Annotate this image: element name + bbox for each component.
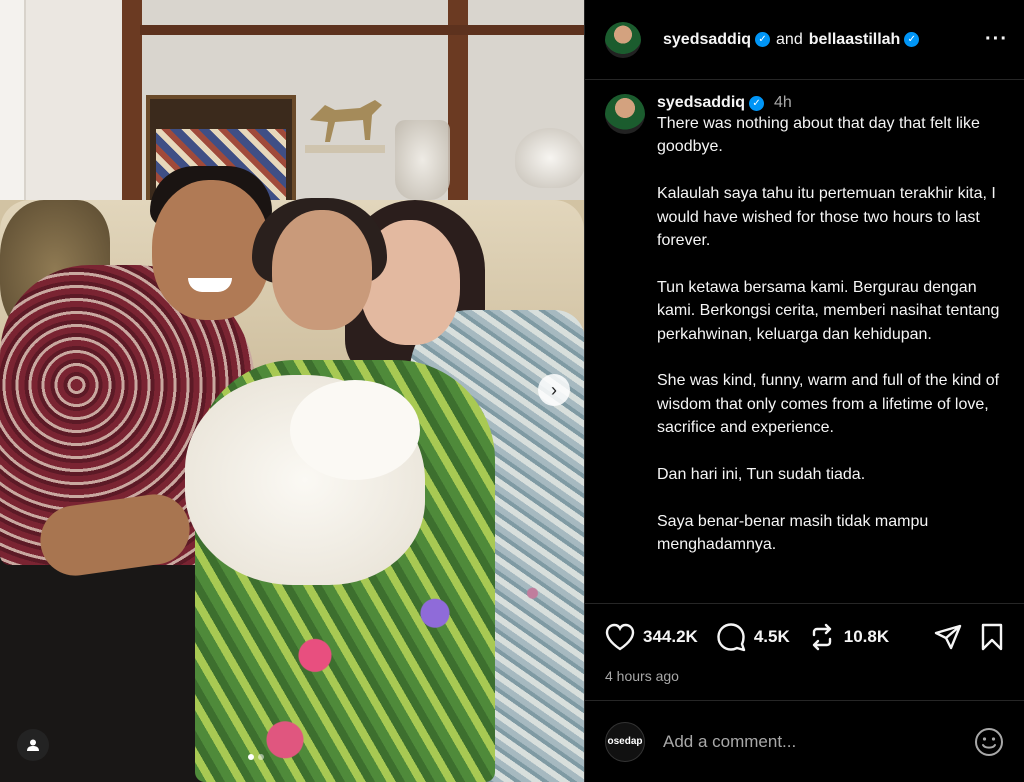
repost-count: 10.8K xyxy=(843,627,890,646)
carousel-indicator xyxy=(248,754,264,760)
caption-paragraph: Kalaulah saya tahu itu pertemuan terakhi… xyxy=(657,185,996,250)
caption-paragraph: She was kind, funny, warm and full of th… xyxy=(657,372,1000,437)
current-user-avatar: osedap xyxy=(605,721,645,762)
post-sidebar: syedsaddiq ✓ and bellaastillah ✓ ··· sye… xyxy=(584,0,1024,782)
caption-paragraph: Dan hari ini, Tun sudah tiada. xyxy=(657,466,866,484)
photo-bowl xyxy=(515,128,584,188)
user-icon xyxy=(27,739,39,751)
actions-row: 344.2K 4.5K 10.8K xyxy=(605,622,1004,652)
photo-shelf-board xyxy=(140,25,584,35)
photo-teddy-head xyxy=(290,380,420,480)
comment-button[interactable]: 4.5K xyxy=(716,622,790,652)
caption-paragraph: Tun ketawa bersama kami. Bergurau dengan… xyxy=(657,278,1000,343)
post-header: syedsaddiq ✓ and bellaastillah ✓ ··· xyxy=(585,0,1024,80)
caption-username-link[interactable]: syedsaddiq xyxy=(657,94,745,112)
bookmark-icon[interactable] xyxy=(980,623,1004,651)
author-username-link[interactable]: syedsaddiq xyxy=(663,31,751,49)
like-count: 344.2K xyxy=(643,627,698,646)
photo-elderly-face xyxy=(272,210,372,330)
verified-badge-icon: ✓ xyxy=(904,32,920,47)
post-authors: syedsaddiq ✓ and bellaastillah ✓ xyxy=(663,30,920,49)
photo-door xyxy=(0,0,26,220)
caption-author-avatar[interactable] xyxy=(605,94,645,134)
emoji-icon[interactable] xyxy=(974,727,1004,757)
carousel-dot xyxy=(248,754,254,760)
tagged-users-button[interactable] xyxy=(17,729,49,761)
carousel-next-button[interactable]: › xyxy=(538,374,570,406)
share-icon[interactable] xyxy=(934,623,962,651)
caption-section: syedsaddiq ✓ 4h There was nothing about … xyxy=(585,80,1024,603)
carousel-dot xyxy=(258,754,264,760)
verified-badge-icon: ✓ xyxy=(755,32,771,47)
caption-text: There was nothing about that day that fe… xyxy=(657,112,1002,557)
caption-timestamp[interactable]: 4h xyxy=(774,94,792,112)
more-options-icon[interactable]: ··· xyxy=(985,28,1008,51)
repost-icon xyxy=(812,623,831,651)
caption-body: syedsaddiq ✓ 4h There was nothing about … xyxy=(657,94,1002,603)
caption-meta: syedsaddiq ✓ 4h xyxy=(657,94,1002,112)
collaborator-username-link[interactable]: bellaastillah xyxy=(809,31,901,49)
post-photo[interactable]: › xyxy=(0,0,584,782)
heart-icon xyxy=(605,623,635,651)
like-button[interactable]: 344.2K xyxy=(605,623,698,651)
chevron-right-icon: › xyxy=(551,379,557,400)
comment-count: 4.5K xyxy=(753,627,790,646)
post-timestamp[interactable]: 4 hours ago xyxy=(605,668,1004,684)
comment-bar: osedap xyxy=(585,700,1024,782)
and-text: and xyxy=(776,30,803,48)
caption-paragraph: Saya benar-benar masih tidak mampu mengh… xyxy=(657,512,929,554)
photo-vase xyxy=(395,120,450,200)
photo-horse-statue xyxy=(305,100,385,153)
author-avatar[interactable] xyxy=(605,21,641,58)
verified-badge-icon: ✓ xyxy=(749,95,765,111)
repost-button[interactable]: 10.8K xyxy=(808,623,889,651)
comment-icon xyxy=(717,623,746,652)
action-right-group xyxy=(934,623,1004,651)
caption-paragraph: There was nothing about that day that fe… xyxy=(657,115,980,156)
action-bar: 344.2K 4.5K 10.8K 4 hours ago xyxy=(585,603,1024,684)
comment-input[interactable] xyxy=(663,731,933,752)
